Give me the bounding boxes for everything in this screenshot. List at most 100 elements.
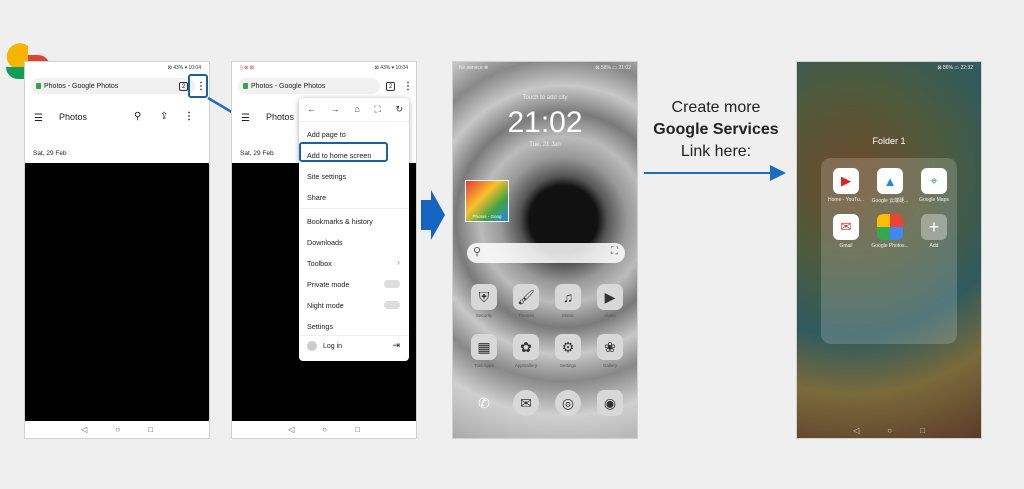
address-bar-text: Photos - Google Photos [251, 82, 326, 90]
photo-area[interactable] [25, 163, 209, 421]
home-icon[interactable]: ○ [115, 425, 120, 434]
login-label[interactable]: Log in [323, 343, 342, 350]
security-app-icon[interactable]: ⛨ [471, 284, 497, 310]
browser-menu: ← → ⌂ ⛶ ↻ Add page to Add to home screen… [299, 98, 409, 361]
menu-item-site-settings[interactable]: Site settings [307, 172, 346, 181]
app-label: Music [562, 313, 574, 318]
menu-nav-row: ← → ⌂ ⛶ ↻ [307, 104, 403, 115]
google-photos-icon[interactable] [877, 214, 903, 240]
address-bar[interactable]: Photos - Google Photos [238, 78, 380, 94]
recent-icon[interactable]: □ [920, 426, 925, 435]
status-right: ⊠ 86% ▭ 22:32 [937, 65, 973, 71]
home-icon[interactable]: ○ [887, 426, 892, 435]
home-outline-icon[interactable]: ⌂ [354, 104, 359, 115]
status-bar: ▯ ⊗ ⊠ ⊠ 43% ▾ 10:04 [240, 64, 408, 71]
app-label: Themes [517, 313, 535, 318]
lock-icon [243, 83, 248, 89]
browser-menu-icon[interactable]: ⋮ [403, 82, 413, 92]
phone-app-icon[interactable]: ✆ [471, 390, 497, 416]
recent-icon[interactable]: □ [148, 425, 153, 434]
phone-home-screen: No service ⊕ ⊠ 58% ▭ 21:02 Touch to add … [452, 61, 638, 439]
app-label: AppGallery [514, 363, 538, 368]
add-icon[interactable]: + [921, 214, 947, 240]
nav-bar: ◁ ○ □ [797, 426, 981, 435]
status-left: No service ⊕ [459, 65, 489, 71]
camera-app-icon[interactable]: ◉ [597, 390, 623, 416]
logout-icon[interactable]: ⇥ [392, 340, 400, 351]
tab-count-button[interactable]: 2 [386, 82, 395, 91]
phone-browser-menu: ▯ ⊗ ⊠ ⊠ 43% ▾ 10:04 Photos - Google Phot… [231, 61, 417, 439]
status-bar: ⊠ 43% ▾ 10:04 [167, 64, 201, 71]
messages-app-icon[interactable]: ✉ [513, 390, 539, 416]
scan-icon[interactable]: ⛶ [374, 104, 380, 115]
phone-browser-photos: ⊠ 43% ▾ 10:04 Photos - Google Photos 2 ⋮… [24, 61, 210, 439]
google-maps-icon[interactable]: ⌖ [921, 168, 947, 194]
private-mode-toggle[interactable] [384, 280, 400, 288]
callout-text: Create more Google Services Link here: [640, 97, 792, 163]
back-icon[interactable]: ◁ [288, 425, 294, 434]
search-icon[interactable]: ⚲ [134, 111, 141, 122]
upload-icon[interactable]: ⇪ [160, 111, 168, 122]
nav-bar: ◁ ○ □ [25, 421, 209, 438]
back-icon[interactable]: ◁ [81, 425, 87, 434]
menu-item-downloads[interactable]: Downloads [307, 238, 343, 247]
address-bar-text: Photos - Google Photos [44, 82, 119, 90]
refresh-icon[interactable]: ↻ [395, 104, 403, 115]
back-icon[interactable]: ◁ [853, 426, 859, 435]
forward-arrow-icon[interactable]: → [331, 104, 340, 115]
clock: 21:02 [507, 106, 583, 139]
menu-divider [299, 335, 409, 336]
app-label: Google Maps [919, 197, 949, 203]
gmail-icon[interactable]: ✉ [833, 214, 859, 240]
menu-item-toolbox[interactable]: Toolbox [307, 259, 332, 268]
tool-apps-folder-icon[interactable]: ▦ [471, 334, 497, 360]
more-icon[interactable]: ⋮ [184, 111, 194, 122]
home-icon[interactable]: ○ [322, 425, 327, 434]
menu-divider [299, 208, 409, 209]
date-label: Sat, 29 Feb [33, 150, 67, 157]
app-label: Google 云端硬... [871, 198, 909, 204]
hamburger-icon[interactable]: ☰ [241, 113, 250, 124]
settings-app-icon[interactable]: ⚙ [555, 334, 581, 360]
app-label: Gmail [839, 243, 853, 249]
tab-count-button[interactable]: 2 [179, 82, 188, 91]
add-to-home-highlight [299, 142, 388, 162]
hamburger-icon[interactable]: ☰ [34, 113, 43, 124]
back-arrow-icon[interactable]: ← [307, 104, 316, 115]
night-mode-toggle[interactable] [384, 301, 400, 309]
recent-icon[interactable]: □ [355, 425, 360, 434]
scan-icon[interactable]: ⛶ [611, 246, 618, 257]
themes-app-icon[interactable]: 🖌 [513, 284, 539, 310]
callout-arrow [644, 165, 786, 181]
app-label: Settings [559, 363, 577, 368]
menu-item-settings[interactable]: Settings [307, 322, 333, 331]
app-label: Add [929, 243, 939, 249]
callout-line-1: Create more [671, 99, 761, 116]
app-label: Security [475, 313, 493, 318]
search-icon: ⚲ [473, 246, 482, 258]
youtube-icon[interactable]: ▶ [833, 168, 859, 194]
menu-item-bookmarks-history[interactable]: Bookmarks & history [307, 217, 373, 226]
video-app-icon[interactable]: ▶ [597, 284, 623, 310]
address-bar[interactable]: Photos - Google Photos [31, 78, 195, 94]
date: Tue, 21 Jan [529, 142, 561, 148]
search-widget[interactable]: ⚲ ⛶ [467, 243, 625, 263]
avatar [307, 341, 317, 351]
music-app-icon[interactable]: ♫ [555, 284, 581, 310]
menu-item-private-mode[interactable]: Private mode [307, 280, 349, 289]
menu-item-night-mode[interactable]: Night mode [307, 301, 344, 310]
lock-icon [36, 83, 41, 89]
gallery-app-icon[interactable]: ❀ [597, 334, 623, 360]
nav-bar: ◁ ○ □ [232, 421, 416, 438]
page-title: Photos [266, 112, 295, 122]
appgallery-app-icon[interactable]: ✿ [513, 334, 539, 360]
page-title: Photos [59, 112, 88, 122]
city-hint[interactable]: Touch to add city [453, 95, 637, 101]
menu-item-add-page-to[interactable]: Add page to [307, 130, 346, 139]
app-label: Home - YouTu... [828, 197, 864, 203]
next-step-arrow [421, 190, 445, 240]
menu-item-share[interactable]: Share [307, 193, 326, 202]
browser-app-icon[interactable]: ◎ [555, 390, 581, 416]
callout-line-3: Link here: [680, 143, 752, 160]
google-drive-icon[interactable]: ▲ [877, 168, 903, 194]
